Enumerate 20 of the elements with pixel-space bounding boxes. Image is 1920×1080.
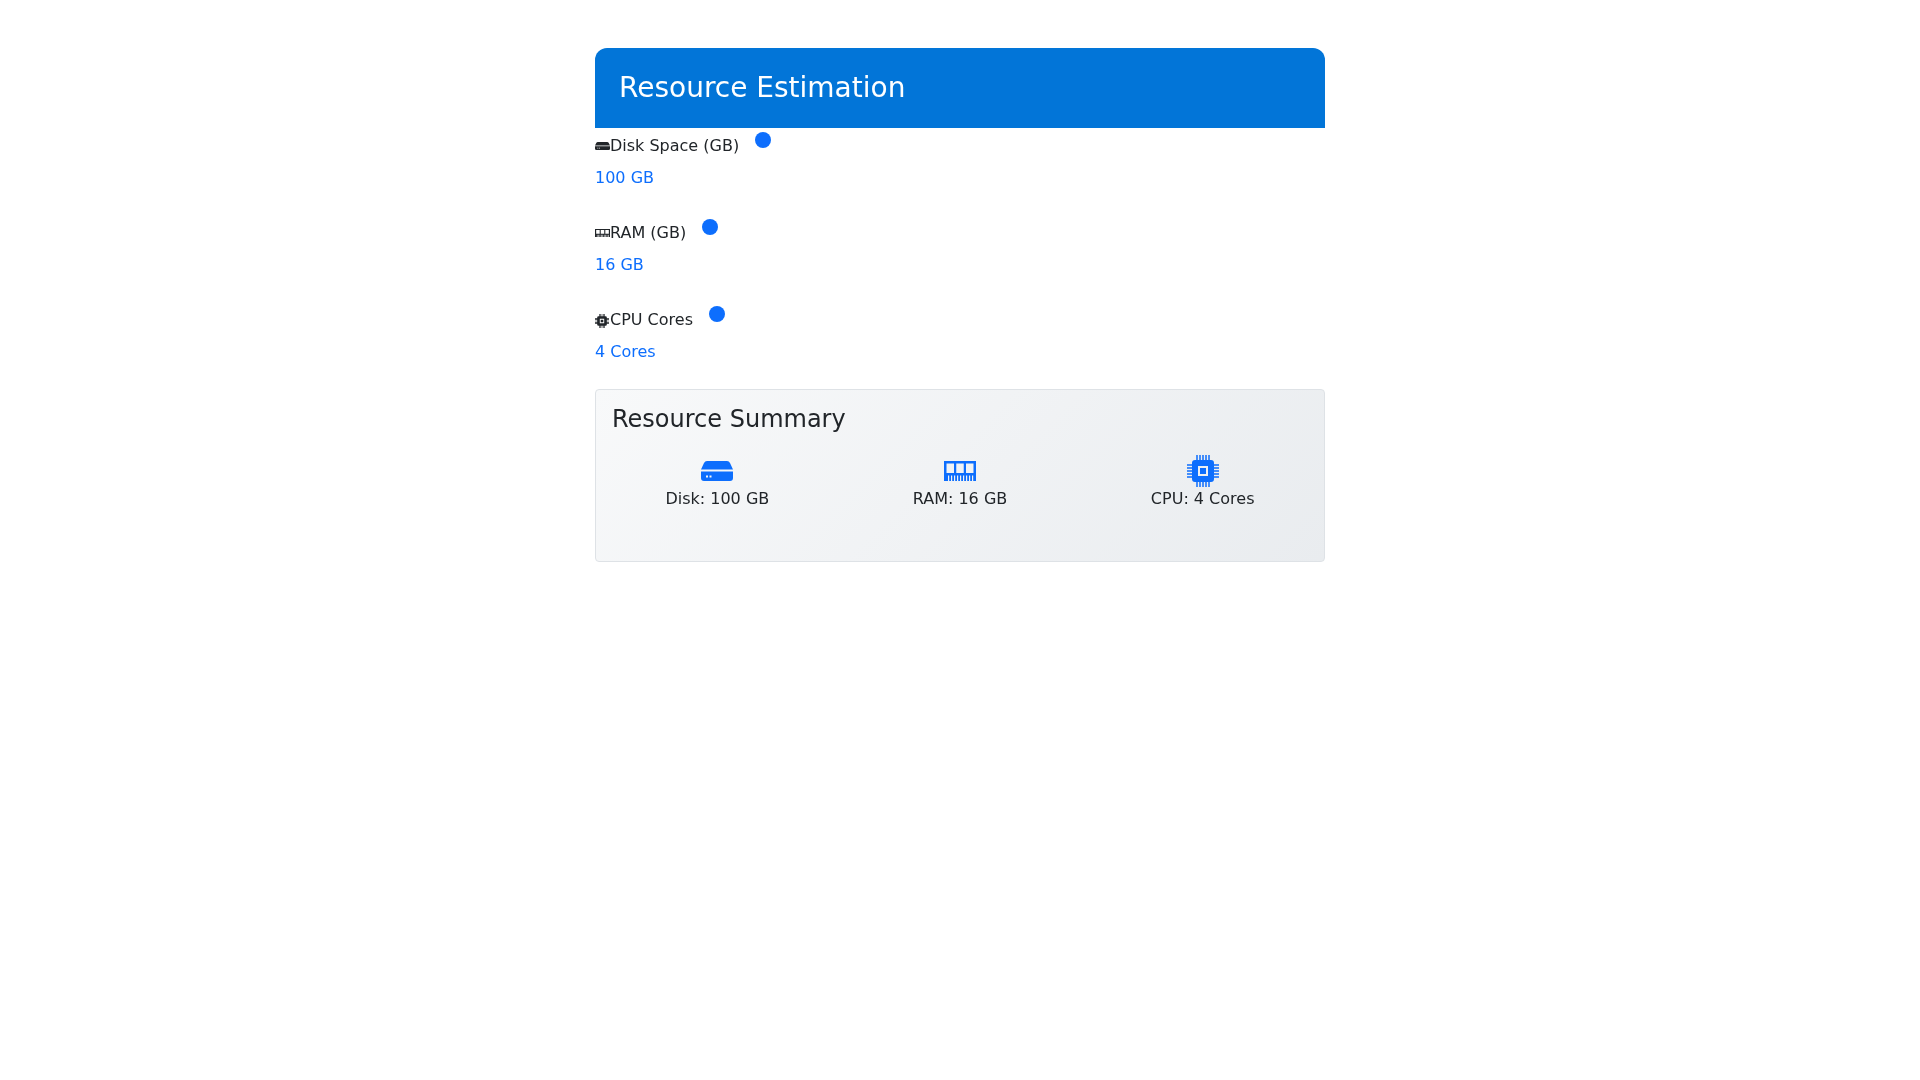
summary-title: Resource Summary	[612, 405, 847, 434]
slider-thumb[interactable]	[709, 306, 725, 322]
field-label: CPU Cores	[610, 309, 693, 331]
field-label: Disk Space (GB)	[610, 135, 740, 157]
chip-icon	[595, 314, 609, 328]
value-text: 100 GB	[595, 167, 655, 189]
hard-drive-icon	[595, 142, 610, 150]
summary-text: RAM: 16 GB	[912, 487, 1008, 510]
memory-module-icon	[595, 229, 610, 237]
hard-drive-icon	[701, 460, 734, 481]
value-text: 4 Cores	[595, 341, 657, 363]
slider-thumb[interactable]	[755, 132, 772, 148]
summary-text: CPU: 4 Cores	[1150, 487, 1255, 510]
field-label: RAM (GB)	[610, 222, 687, 244]
memory-module-icon	[944, 460, 976, 481]
chip-icon	[1186, 454, 1219, 487]
summary-text: Disk: 100 GB	[665, 487, 770, 510]
value-text: 16 GB	[595, 254, 645, 276]
page-title: Resource Estimation	[619, 71, 906, 105]
slider-thumb[interactable]	[702, 219, 719, 235]
